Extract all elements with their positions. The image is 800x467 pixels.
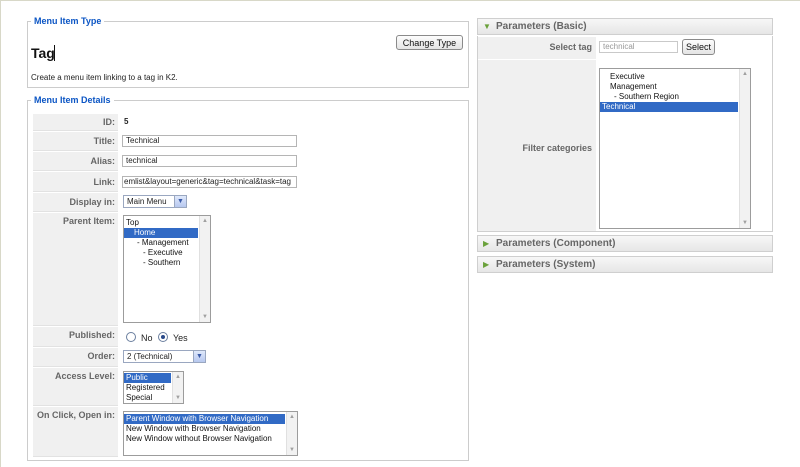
on-click-label: On Click, Open in: bbox=[33, 407, 118, 457]
order-select[interactable]: 2 (Technical) ▼ bbox=[123, 350, 206, 363]
text-cursor bbox=[54, 45, 55, 61]
params-basic-header[interactable]: ▼ Parameters (Basic) bbox=[477, 18, 773, 35]
scroll-up-icon[interactable]: ▲ bbox=[740, 69, 750, 79]
published-label: Published: bbox=[33, 327, 118, 347]
menu-item-details-legend: Menu Item Details bbox=[34, 95, 111, 105]
parent-option-selected[interactable]: Home bbox=[124, 228, 198, 238]
filter-categories-scrollbar[interactable]: ▲ ▼ bbox=[739, 69, 750, 228]
category-option-selected[interactable]: Technical bbox=[600, 102, 738, 112]
id-label: ID: bbox=[33, 114, 118, 131]
published-yes-radio[interactable] bbox=[158, 332, 168, 342]
link-label: Link: bbox=[33, 172, 118, 192]
display-in-value: Main Menu bbox=[127, 197, 167, 206]
select-tag-input[interactable]: technical bbox=[599, 41, 678, 53]
scroll-down-icon[interactable]: ▼ bbox=[740, 218, 750, 228]
menu-item-type-legend: Menu Item Type bbox=[34, 16, 102, 26]
scroll-down-icon[interactable]: ▼ bbox=[200, 312, 210, 322]
on-click-option-selected[interactable]: Parent Window with Browser Navigation bbox=[124, 414, 285, 424]
params-component-title: Parameters (Component) bbox=[496, 238, 616, 249]
collapsed-triangle-icon: ▶ bbox=[483, 260, 490, 269]
title-label: Title: bbox=[33, 132, 118, 151]
display-in-label: Display in: bbox=[33, 193, 118, 212]
access-level-listbox[interactable]: Public Registered Special ▲ ▼ bbox=[123, 371, 184, 404]
filter-categories-label-cell: Filter categories bbox=[478, 60, 596, 231]
chevron-down-icon: ▼ bbox=[193, 351, 205, 362]
select-tag-button[interactable]: Select bbox=[682, 39, 715, 55]
filter-categories-listbox[interactable]: Executive Management - Southern Region T… bbox=[599, 68, 751, 229]
alias-label: Alias: bbox=[33, 152, 118, 171]
category-option[interactable]: - Southern Region bbox=[600, 92, 750, 102]
params-system-header[interactable]: ▶ Parameters (System) bbox=[477, 256, 773, 273]
access-level-scrollbar[interactable]: ▲ ▼ bbox=[172, 372, 183, 403]
parent-option[interactable]: Top bbox=[124, 218, 210, 228]
published-no-label: No bbox=[141, 333, 153, 343]
scroll-up-icon[interactable]: ▲ bbox=[200, 216, 210, 226]
change-type-button[interactable]: Change Type bbox=[396, 35, 463, 50]
order-value: 2 (Technical) bbox=[127, 352, 173, 361]
access-option-selected[interactable]: Public bbox=[124, 373, 171, 383]
display-in-select[interactable]: Main Menu ▼ bbox=[123, 195, 187, 208]
parent-option[interactable]: - Executive bbox=[124, 248, 210, 258]
on-click-option[interactable]: New Window with Browser Navigation bbox=[124, 424, 297, 434]
parent-item-label: Parent Item: bbox=[33, 213, 118, 326]
title-input[interactable]: Technical bbox=[122, 135, 297, 147]
id-value: 5 bbox=[124, 117, 129, 126]
on-click-scrollbar[interactable]: ▲ ▼ bbox=[286, 412, 297, 455]
link-input[interactable]: emlist&layout=generic&tag=technical&task… bbox=[122, 176, 297, 188]
menu-type-name: Tag bbox=[31, 45, 55, 61]
select-tag-label: Select tag bbox=[549, 42, 592, 52]
order-label: Order: bbox=[33, 348, 118, 367]
scroll-up-icon[interactable]: ▲ bbox=[173, 372, 183, 382]
chevron-down-icon: ▼ bbox=[174, 196, 186, 207]
access-level-label: Access Level: bbox=[33, 368, 118, 406]
params-system-title: Parameters (System) bbox=[496, 259, 596, 270]
parent-option[interactable]: - Southern bbox=[124, 258, 210, 268]
scroll-down-icon[interactable]: ▼ bbox=[173, 393, 183, 403]
select-tag-label-cell: Select tag bbox=[478, 37, 596, 59]
on-click-listbox[interactable]: Parent Window with Browser Navigation Ne… bbox=[123, 411, 298, 456]
collapsed-triangle-icon: ▶ bbox=[483, 239, 490, 248]
scroll-down-icon[interactable]: ▼ bbox=[287, 445, 297, 455]
expanded-triangle-icon: ▼ bbox=[483, 22, 491, 31]
params-basic-title: Parameters (Basic) bbox=[496, 21, 587, 32]
filter-categories-label: Filter categories bbox=[522, 143, 592, 153]
category-option[interactable]: Executive bbox=[600, 72, 750, 82]
on-click-option[interactable]: New Window without Browser Navigation bbox=[124, 434, 297, 444]
parent-option[interactable]: - Management bbox=[124, 238, 210, 248]
scroll-up-icon[interactable]: ▲ bbox=[287, 412, 297, 422]
published-yes-label: Yes bbox=[173, 333, 188, 343]
parent-item-scrollbar[interactable]: ▲ ▼ bbox=[199, 216, 210, 322]
parent-item-listbox[interactable]: Top Home - Management - Executive - Sout… bbox=[123, 215, 211, 323]
menu-type-description: Create a menu item linking to a tag in K… bbox=[31, 73, 178, 82]
params-component-header[interactable]: ▶ Parameters (Component) bbox=[477, 235, 773, 252]
published-no-radio[interactable] bbox=[126, 332, 136, 342]
category-option[interactable]: Management bbox=[600, 82, 750, 92]
alias-input[interactable]: technical bbox=[122, 155, 297, 167]
